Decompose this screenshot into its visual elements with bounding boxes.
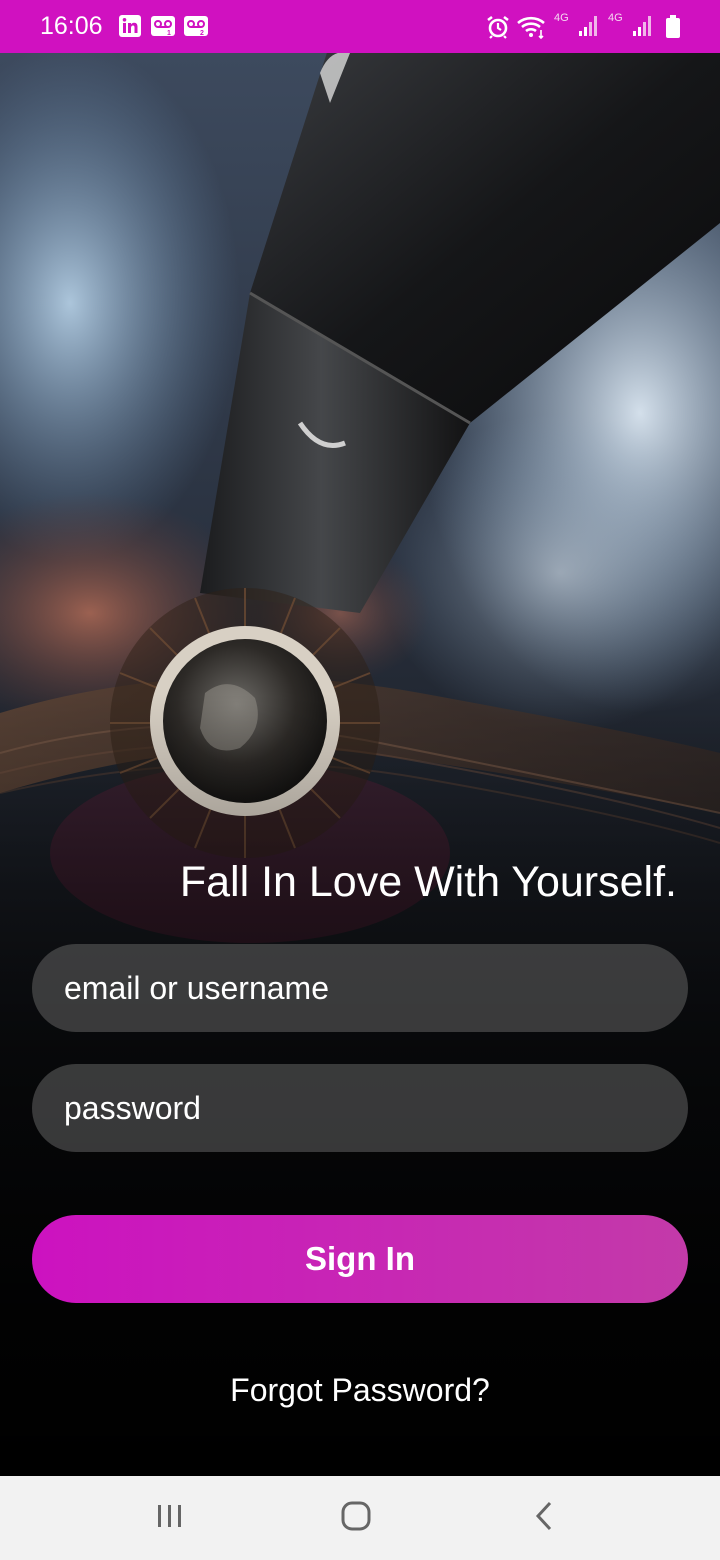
- linkedin-icon: [118, 14, 142, 43]
- email-input[interactable]: [32, 944, 688, 1032]
- network-type-label-2: 4G: [608, 12, 623, 24]
- network-type-label-1: 4G: [554, 12, 569, 24]
- status-bar: 16:06 1 2 4G 4G: [0, 0, 720, 53]
- recents-icon: [155, 1502, 185, 1535]
- password-field-container[interactable]: [32, 1064, 688, 1152]
- home-icon: [340, 1500, 372, 1537]
- recents-button[interactable]: [110, 1476, 230, 1560]
- home-button[interactable]: [296, 1476, 416, 1560]
- voicemail-2-icon: 2: [183, 14, 209, 43]
- password-input[interactable]: [32, 1064, 688, 1152]
- status-time: 16:06: [40, 12, 103, 40]
- signal-1-icon: [578, 14, 600, 43]
- login-screen: 16:06 1 2 4G 4G Fall In Love With Yourse…: [0, 0, 720, 1560]
- alarm-icon: [485, 14, 511, 45]
- back-button[interactable]: [484, 1476, 604, 1560]
- forgot-password-link[interactable]: Forgot Password?: [0, 1372, 720, 1409]
- svg-text:1: 1: [167, 30, 171, 37]
- back-icon: [533, 1500, 555, 1537]
- signal-2-icon: [632, 14, 654, 43]
- navigation-bar: [0, 1476, 720, 1560]
- battery-icon: [665, 14, 681, 45]
- voicemail-1-icon: 1: [150, 14, 176, 43]
- sign-in-button[interactable]: Sign In: [32, 1215, 688, 1303]
- wifi-icon: [516, 14, 548, 45]
- tagline: Fall In Love With Yourself.: [179, 858, 677, 906]
- svg-text:2: 2: [200, 30, 204, 37]
- email-field-container[interactable]: [32, 944, 688, 1032]
